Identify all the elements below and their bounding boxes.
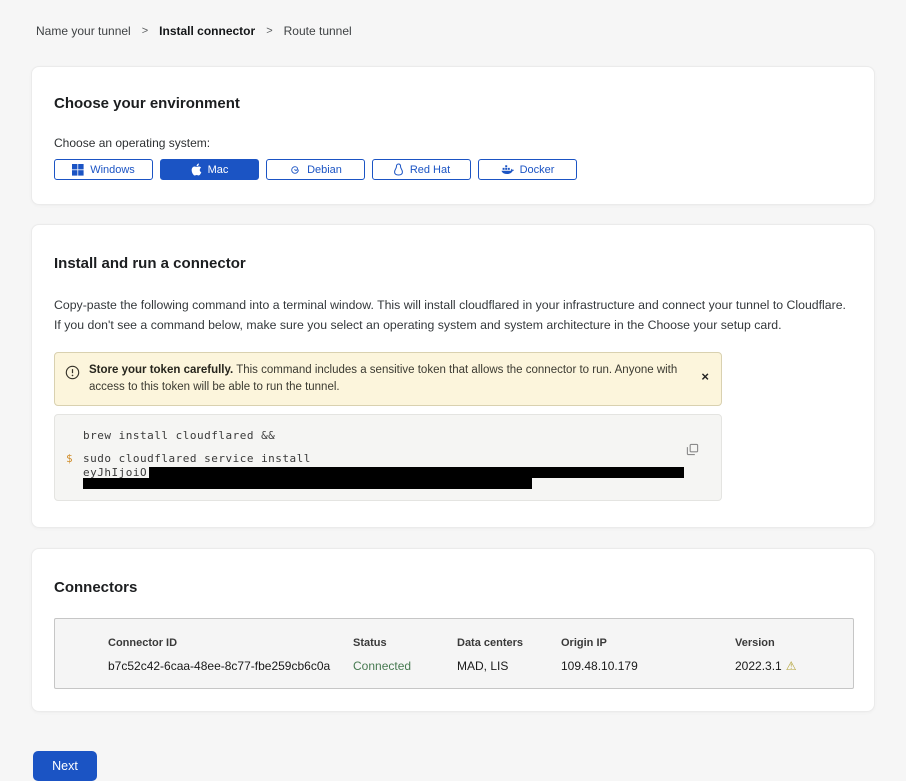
copy-icon[interactable]: [686, 443, 699, 459]
os-button-label: Windows: [90, 164, 135, 176]
connector-id-value: b7c52c42-6caa-48ee-8c77-fbe259cb6c0a: [108, 659, 353, 673]
token-warning-bold: Store your token carefully.: [89, 364, 233, 376]
debian-logo-icon: [289, 164, 301, 176]
os-button-docker[interactable]: Docker: [478, 159, 577, 180]
chevron-separator-icon: >: [266, 25, 272, 37]
token-warning-text: Store your token carefully. This command…: [89, 362, 701, 396]
table-row: b7c52c42-6caa-48ee-8c77-fbe259cb6c0a Con…: [108, 649, 843, 673]
col-header-version: Version: [735, 637, 843, 649]
redacted-token-bar: [83, 478, 532, 489]
breadcrumb-name-your-tunnel[interactable]: Name your tunnel: [36, 24, 131, 38]
breadcrumb: Name your tunnel > Install connector > R…: [0, 0, 906, 38]
connectors-card: Connectors Connector ID Status Data cent…: [31, 548, 875, 712]
token-prefix: eyJhIjoiO: [83, 466, 147, 479]
apple-logo-icon: [191, 163, 202, 176]
connectors-card-title: Connectors: [54, 579, 852, 597]
version-warning-icon: ⚠: [786, 659, 797, 673]
chevron-separator-icon: >: [142, 25, 148, 37]
col-header-data-centers: Data centers: [457, 637, 561, 649]
token-warning-banner: Store your token carefully. This command…: [54, 352, 722, 406]
token-line: eyJhIjoiO: [83, 466, 721, 478]
close-icon[interactable]: ×: [701, 369, 709, 384]
connectors-table: Connector ID Status Data centers Origin …: [54, 618, 854, 689]
alert-circle-icon: [65, 365, 80, 385]
col-header-status: Status: [353, 637, 457, 649]
os-button-label: Mac: [208, 164, 229, 176]
install-command-block: brew install cloudflared && $ sudo cloud…: [54, 414, 722, 501]
version-number: 2022.3.1: [735, 659, 782, 673]
os-button-label: Red Hat: [410, 164, 450, 176]
terminal-prompt: $: [66, 452, 83, 489]
docker-whale-icon: [501, 164, 514, 175]
data-centers-value: MAD, LIS: [457, 659, 561, 673]
os-button-group: Windows Mac Debian Red Hat: [54, 159, 852, 180]
os-button-label: Debian: [307, 164, 342, 176]
origin-ip-value: 109.48.10.179: [561, 659, 735, 673]
linux-penguin-icon: [393, 163, 404, 176]
connector-card-description: Copy-paste the following command into a …: [54, 295, 850, 335]
tunnel-setup-page: Name your tunnel > Install connector > R…: [0, 0, 906, 781]
col-header-connector-id: Connector ID: [108, 637, 353, 649]
os-button-label: Docker: [520, 164, 555, 176]
windows-logo-icon: [72, 164, 84, 176]
os-button-redhat[interactable]: Red Hat: [372, 159, 471, 180]
os-button-windows[interactable]: Windows: [54, 159, 153, 180]
command-line-brew: brew install cloudflared &&: [83, 429, 721, 442]
os-button-debian[interactable]: Debian: [266, 159, 365, 180]
connector-card-title: Install and run a connector: [54, 255, 852, 273]
choose-environment-card: Choose your environment Choose an operat…: [31, 66, 875, 205]
os-select-label: Choose an operating system:: [54, 136, 852, 150]
breadcrumb-install-connector[interactable]: Install connector: [159, 24, 255, 38]
environment-card-title: Choose your environment: [54, 95, 852, 113]
status-badge: Connected: [353, 659, 457, 673]
connectors-table-header: Connector ID Status Data centers Origin …: [108, 637, 843, 649]
os-button-mac[interactable]: Mac: [160, 159, 259, 180]
next-button[interactable]: Next: [33, 751, 97, 781]
breadcrumb-route-tunnel[interactable]: Route tunnel: [284, 24, 352, 38]
version-value: 2022.3.1 ⚠: [735, 659, 843, 673]
command-body: sudo cloudflared service install eyJhIjo…: [83, 452, 721, 489]
install-connector-card: Install and run a connector Copy-paste t…: [31, 224, 875, 528]
command-line-sudo: sudo cloudflared service install: [83, 452, 721, 465]
col-header-origin-ip: Origin IP: [561, 637, 735, 649]
redacted-token-bar: [149, 467, 684, 478]
command-row: $ sudo cloudflared service install eyJhI…: [55, 452, 721, 489]
